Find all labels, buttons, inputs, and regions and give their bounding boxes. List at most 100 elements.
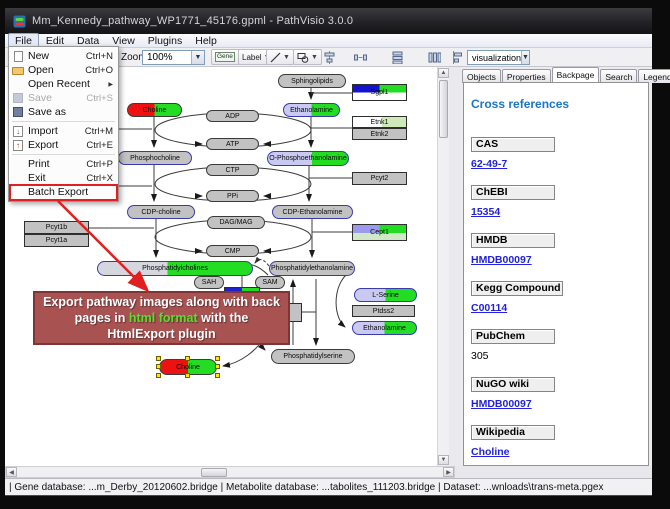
- xref-section: Wikipedia Choline: [471, 425, 648, 458]
- xref-section: CAS 62-49-7: [471, 137, 648, 170]
- menu-item-exit[interactable]: Exit Ctrl+X: [9, 171, 118, 185]
- new-document-icon: [12, 50, 24, 62]
- xref-link[interactable]: C00114: [471, 302, 648, 314]
- selection-handle[interactable]: [215, 364, 220, 369]
- chevron-down-icon: ▼: [283, 54, 290, 61]
- batch-export-highlight: [9, 184, 118, 201]
- node-phosphatidylcholines[interactable]: Phosphatidylcholines: [97, 261, 253, 276]
- xref-title: Wikipedia: [471, 425, 555, 440]
- menu-item-open-recent[interactable]: Open Recent ▶: [9, 77, 118, 91]
- node-sah[interactable]: SAH: [194, 276, 224, 289]
- node-label: CDP-choline: [141, 209, 180, 216]
- selection-handle[interactable]: [185, 356, 190, 361]
- scroll-down-icon[interactable]: ▼: [438, 455, 449, 465]
- align-left-icon: [452, 51, 463, 64]
- menu-item-import[interactable]: ↓ Import Ctrl+M: [9, 124, 118, 138]
- align-center-icon: [323, 51, 336, 64]
- chevron-down-icon[interactable]: ▼: [191, 51, 204, 64]
- distribute-horizontal-button[interactable]: [351, 49, 370, 65]
- node-pcyt1a[interactable]: Pcyt1a: [24, 234, 89, 247]
- node-label: CMP: [225, 248, 241, 255]
- node-ethanolamine-top[interactable]: Ethanolamine: [283, 103, 340, 117]
- status-text: | Gene database: ...m_Derby_20120602.bri…: [9, 482, 603, 493]
- selection-handle[interactable]: [215, 373, 220, 378]
- tab-search[interactable]: Search: [600, 69, 637, 83]
- node-phosphatidylethanolamine[interactable]: Phosphatidylethanolamine: [269, 261, 355, 276]
- callout-line1: Export pathway images along with back: [35, 294, 288, 310]
- node-l-serine[interactable]: L-Serine: [354, 288, 417, 302]
- selection-handle[interactable]: [215, 356, 220, 361]
- selection-handle[interactable]: [156, 356, 161, 361]
- cross-references-heading: Cross references: [471, 97, 648, 111]
- node-choline-top[interactable]: Choline: [127, 103, 182, 117]
- node-cdp-choline[interactable]: CDP-choline: [127, 205, 195, 219]
- node-sgpl1[interactable]: Sgpl1: [352, 84, 407, 101]
- node-cept1[interactable]: Cept1: [352, 224, 407, 241]
- selection-handle[interactable]: [185, 373, 190, 378]
- menu-item-open[interactable]: Open Ctrl+O: [9, 63, 118, 77]
- menu-help[interactable]: Help: [189, 34, 223, 48]
- vertical-scroll-thumb[interactable]: [439, 80, 448, 138]
- node-ppi[interactable]: PPi: [206, 190, 259, 202]
- node-o-phosphoethanolamine[interactable]: O-Phosphoethanolamine: [267, 151, 349, 166]
- node-phosphatidylserine[interactable]: Phosphatidylserine: [271, 349, 355, 364]
- tab-backpage[interactable]: Backpage: [552, 67, 600, 83]
- xref-link[interactable]: HMDB00097: [471, 254, 648, 266]
- canvas-vertical-scrollbar[interactable]: ▲ ▼: [437, 67, 449, 466]
- selection-handle[interactable]: [156, 373, 161, 378]
- visualization-combobox[interactable]: visualization ▼: [467, 50, 530, 65]
- xref-section: ChEBI 15354: [471, 185, 648, 218]
- node-phosphocholine[interactable]: Phosphocholine: [118, 151, 192, 165]
- xref-link[interactable]: 62-49-7: [471, 158, 648, 170]
- menu-item-save[interactable]: Save Ctrl+S: [9, 91, 118, 105]
- node-pcyt1b[interactable]: Pcyt1b: [24, 221, 89, 234]
- scroll-left-icon[interactable]: ◀: [6, 467, 17, 477]
- xref-section: NuGO wiki HMDB00097: [471, 377, 648, 410]
- node-cdp-ethanolamine[interactable]: CDP-Ethanolamine: [272, 205, 353, 219]
- scrollbar-filler: [455, 466, 652, 478]
- xref-section: HMDB HMDB00097: [471, 233, 648, 266]
- scroll-up-icon[interactable]: ▲: [438, 68, 449, 78]
- stack-horizontal-button[interactable]: [425, 49, 444, 65]
- node-pcyt2[interactable]: Pcyt2: [352, 172, 407, 185]
- tab-objects[interactable]: Objects: [462, 69, 501, 83]
- zoom-combobox[interactable]: 100% ▼: [142, 50, 205, 65]
- node-adp[interactable]: ADP: [206, 110, 259, 122]
- node-dag-mag[interactable]: DAG/MAG: [207, 216, 265, 229]
- node-etnk1[interactable]: Etnk1: [352, 116, 407, 128]
- side-panel-tabs: Objects Properties Backpage Search Legen…: [462, 67, 670, 83]
- node-etnk2[interactable]: Etnk2: [352, 128, 407, 140]
- node-choline-selected[interactable]: Choline: [159, 359, 217, 375]
- xref-link[interactable]: HMDB00097: [471, 398, 648, 410]
- menu-item-export[interactable]: ↑ Export Ctrl+E: [9, 138, 118, 152]
- xref-link[interactable]: 15354: [471, 206, 648, 218]
- selection-handle[interactable]: [156, 364, 161, 369]
- node-sphingolipids[interactable]: Sphingolipids: [278, 74, 346, 88]
- menu-item-print[interactable]: Print Ctrl+P: [9, 157, 118, 171]
- node-atp[interactable]: ATP: [206, 138, 259, 150]
- menu-item-save-as[interactable]: Save as: [9, 105, 118, 119]
- menu-plugins[interactable]: Plugins: [142, 34, 188, 48]
- node-label: Choline: [176, 364, 200, 371]
- new-line-button[interactable]: ▼: [266, 49, 294, 65]
- chevron-down-icon[interactable]: ▼: [521, 51, 529, 64]
- tab-properties[interactable]: Properties: [502, 69, 551, 83]
- stack-horizontal-icon: [428, 51, 441, 64]
- new-shape-button[interactable]: ▼: [293, 49, 322, 65]
- xref-link[interactable]: Choline: [471, 446, 648, 458]
- horizontal-scroll-thumb[interactable]: [201, 468, 227, 477]
- node-label: Ethanolamine: [290, 107, 333, 114]
- align-edge-button[interactable]: [450, 49, 464, 65]
- node-label: CDP-Ethanolamine: [283, 209, 343, 216]
- tab-legend[interactable]: Legend: [638, 69, 670, 83]
- node-ctp[interactable]: CTP: [206, 164, 259, 176]
- node-label: Pcyt1b: [46, 224, 67, 231]
- node-ethanolamine-bottom[interactable]: Ethanolamine: [352, 321, 417, 335]
- canvas-horizontal-scrollbar[interactable]: ◀ ▶: [5, 466, 455, 478]
- node-cmp[interactable]: CMP: [206, 245, 259, 257]
- node-ptdss2[interactable]: Ptdss2: [352, 305, 415, 317]
- stack-vertical-button[interactable]: [388, 49, 407, 65]
- align-center-button[interactable]: [320, 49, 339, 65]
- menu-item-new[interactable]: New Ctrl+N: [9, 49, 118, 63]
- scroll-right-icon[interactable]: ▶: [443, 467, 454, 477]
